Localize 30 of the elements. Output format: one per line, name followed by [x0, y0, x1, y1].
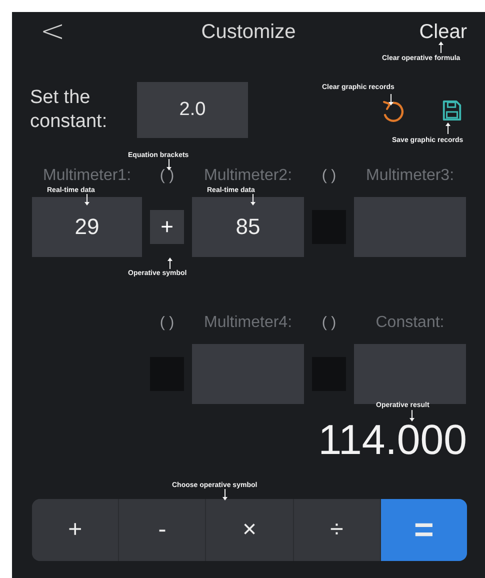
meter-label: Multimeter3:	[364, 167, 456, 185]
save-icon[interactable]	[441, 99, 463, 122]
meter-label: Multimeter4:	[202, 314, 294, 332]
bracket-toggle[interactable]: ( )	[312, 167, 346, 185]
page-title: Customize	[201, 20, 296, 42]
callout-arrow	[446, 122, 450, 134]
operator-slot[interactable]: +	[150, 210, 184, 244]
meter-label: Constant:	[374, 314, 446, 332]
operator-key[interactable]: +	[32, 499, 120, 561]
value-box: 85	[192, 197, 304, 257]
callout-arrow	[438, 42, 444, 53]
callout-arrow	[222, 489, 228, 500]
bracket-toggle[interactable]: ( )	[150, 167, 184, 185]
meter-label: Multimeter1:	[42, 167, 132, 185]
value-box: 29	[32, 197, 142, 257]
clear-button[interactable]: Clear	[419, 20, 467, 44]
result-value: 114.000	[318, 420, 467, 460]
callout-arrow	[410, 410, 414, 422]
back-button[interactable]: <	[40, 17, 66, 47]
meter-label: Multimeter2:	[202, 167, 294, 185]
bracket-toggle[interactable]: ( )	[150, 314, 184, 332]
callout-arrow	[388, 94, 394, 106]
callout-arrow	[168, 258, 172, 269]
callout-arrow	[84, 194, 90, 206]
callout-arrow	[250, 194, 256, 206]
undo-icon[interactable]	[381, 99, 405, 123]
bracket-toggle[interactable]: ( )	[312, 314, 346, 332]
constant-field[interactable]: 2.0	[137, 82, 248, 138]
callout-arrow	[166, 159, 172, 170]
constant-label: Set the constant:	[30, 86, 108, 134]
